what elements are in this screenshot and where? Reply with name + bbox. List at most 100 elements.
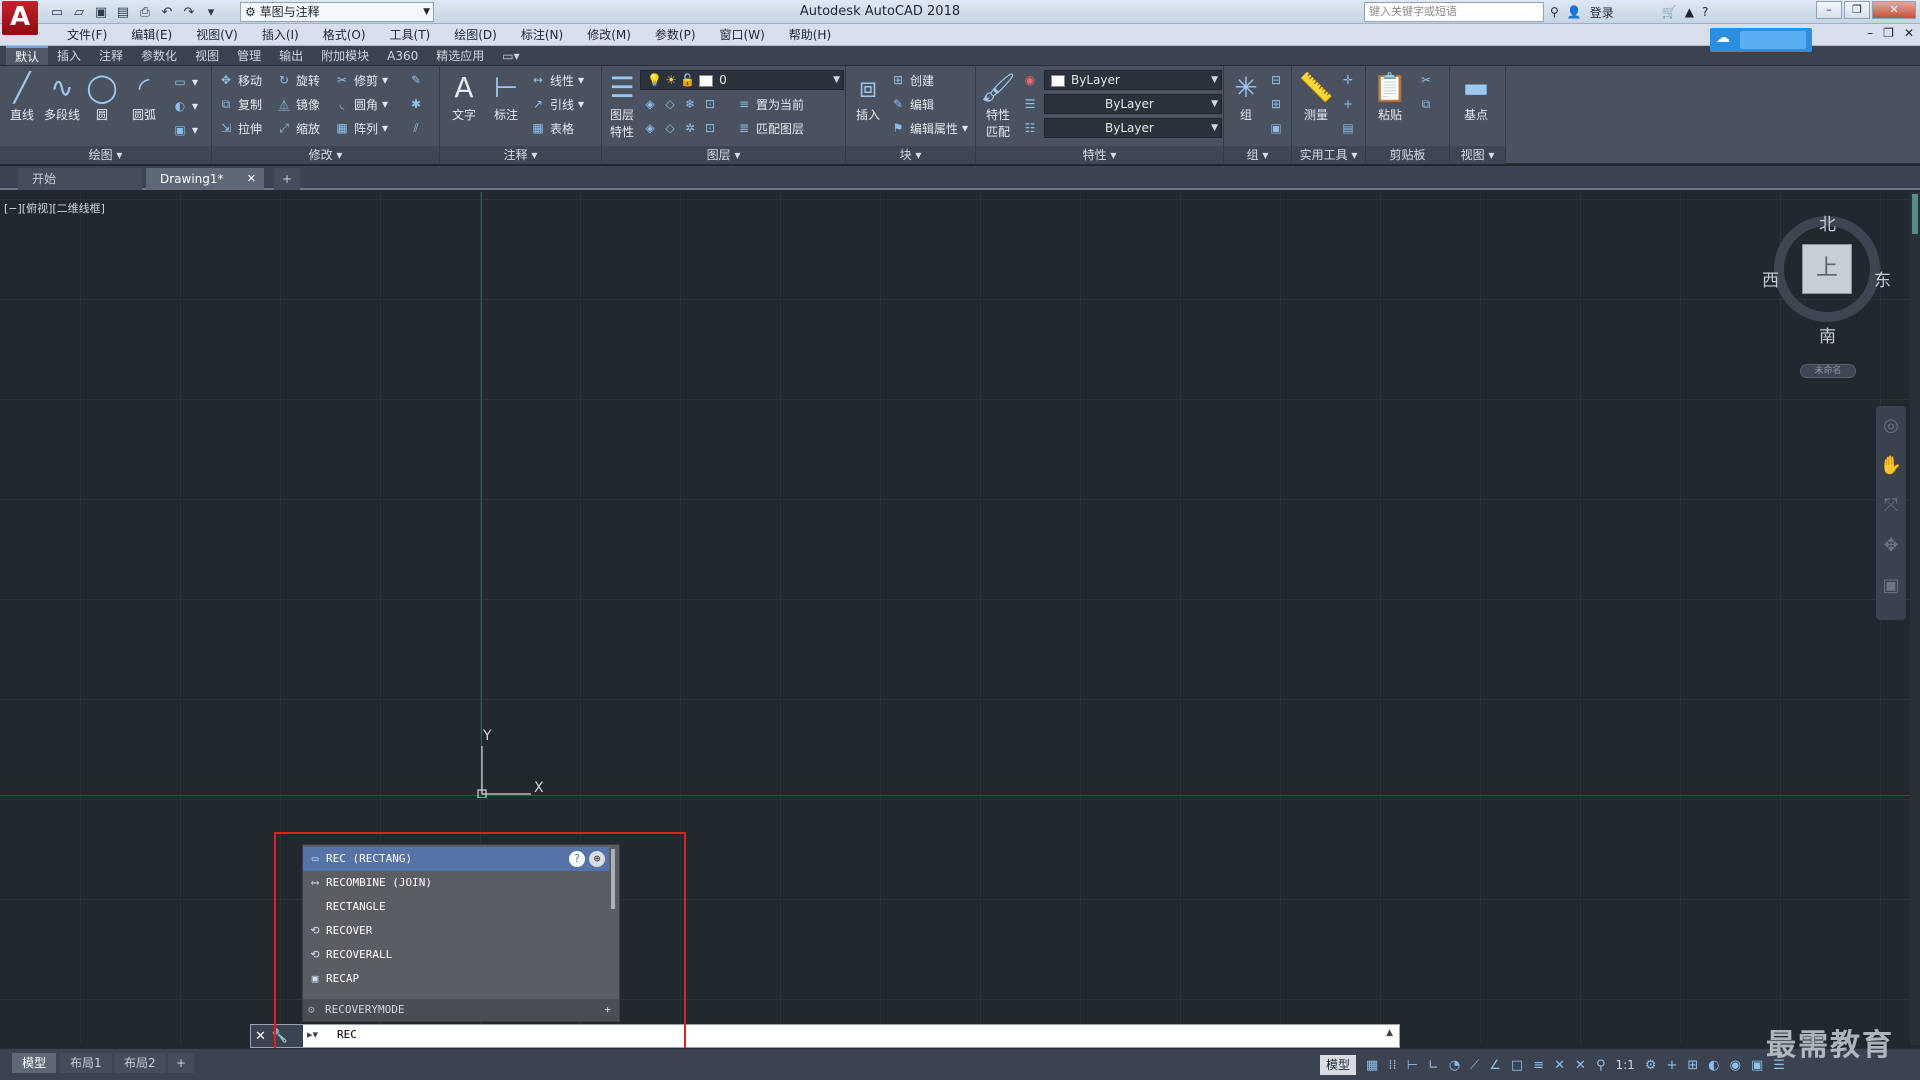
rotate-tool[interactable]: ↻ 旋转	[276, 70, 320, 90]
offset-tool[interactable]: ⫽	[408, 118, 424, 138]
panel-draw-title[interactable]: 绘图 ▾	[0, 146, 211, 164]
base-view-button[interactable]: ▬ 基点	[1456, 70, 1496, 123]
layer-lock-icon[interactable]: ⊡	[702, 97, 718, 111]
menu-dimension[interactable]: 标注(N)	[509, 24, 575, 46]
menu-draw[interactable]: 绘图(D)	[442, 24, 509, 46]
tab-start[interactable]: 开始	[18, 168, 142, 190]
ortho-icon[interactable]: ∟	[1428, 1058, 1439, 1073]
annotation-scale-value[interactable]: 1:1	[1615, 1058, 1634, 1072]
redo-icon[interactable]: ↷	[180, 3, 198, 21]
menu-modify[interactable]: 修改(M)	[575, 24, 643, 46]
polyline-button[interactable]: ∿ 多段线	[42, 70, 82, 123]
open-icon[interactable]: ▱	[70, 3, 88, 21]
minimize-button[interactable]: –	[1816, 1, 1842, 19]
text-button[interactable]: A 文字	[444, 70, 484, 123]
osnap-icon[interactable]: □	[1511, 1058, 1523, 1073]
layer-isolate-icon[interactable]: ◇	[662, 97, 678, 111]
menu-view[interactable]: 视图(V)	[184, 24, 250, 46]
workspace-select[interactable]: ⚙ 草图与注释 ▼	[240, 2, 434, 22]
zoom-icon[interactable]: ⤧	[1876, 486, 1906, 526]
fillet-tool[interactable]: ◟ 圆角 ▾	[334, 94, 388, 114]
erase-tool[interactable]: ✎	[408, 70, 424, 90]
menu-window[interactable]: 窗口(W)	[708, 24, 777, 46]
id-point-tool[interactable]: ✛	[1340, 70, 1356, 90]
panel-modify-title[interactable]: 修改 ▾	[212, 146, 439, 164]
panel-groups-title[interactable]: 组 ▾	[1224, 146, 1291, 164]
annotation-visibility-icon[interactable]: ✕	[1554, 1058, 1565, 1073]
snap-icon[interactable]: ⁞⁞	[1388, 1058, 1396, 1073]
units-icon[interactable]: ⊞	[1687, 1058, 1698, 1073]
layer-thaw-icon[interactable]: ✲	[682, 121, 698, 135]
close-icon[interactable]: ✕	[255, 1029, 266, 1044]
copy-clip-tool[interactable]: ⧉	[1418, 94, 1434, 114]
dropdown-icon[interactable]: ▾	[202, 3, 220, 21]
isolate-objects-icon[interactable]: ◐	[1708, 1058, 1719, 1073]
panel-layers-title[interactable]: 图层 ▾	[602, 146, 845, 164]
close-button[interactable]: ✕	[1872, 1, 1916, 19]
help-icon[interactable]: ?	[1702, 5, 1708, 19]
layer-on-icon[interactable]: ◈	[642, 121, 658, 135]
user-icon[interactable]: 👤	[1567, 5, 1582, 19]
layout-tab-layout2[interactable]: 布局2	[114, 1053, 166, 1073]
canvas-scrollbar[interactable]	[1910, 192, 1920, 1045]
scale-tool[interactable]: ⤢ 缩放	[276, 118, 320, 138]
lineweight-select[interactable]: ByLayer ▼	[1044, 118, 1222, 138]
calculator-tool[interactable]: ▤	[1340, 118, 1356, 138]
layer-properties-button[interactable]: ☰ 图层 特性	[602, 70, 642, 140]
save-as-icon[interactable]: ▤	[114, 3, 132, 21]
hatch-tool[interactable]: ◐ ▾	[172, 96, 198, 116]
doc-restore-button[interactable]: ❐	[1883, 26, 1894, 40]
menu-file[interactable]: 文件(F)	[55, 24, 119, 46]
array-tool[interactable]: ▦ 阵列 ▾	[334, 118, 388, 138]
auto-scale-icon[interactable]: ✕	[1575, 1058, 1586, 1073]
match-layer-tool[interactable]: ≣ 匹配图层	[736, 118, 804, 138]
new-icon[interactable]: ▭	[48, 3, 66, 21]
cut-tool[interactable]: ✂	[1418, 70, 1434, 90]
tab-view[interactable]: 视图	[186, 46, 228, 65]
linear-tool[interactable]: ↔ 线性 ▾	[530, 70, 584, 90]
menu-tools[interactable]: 工具(T)	[378, 24, 443, 46]
scrollbar-thumb[interactable]	[1912, 194, 1918, 234]
doc-close-button[interactable]: ✕	[1904, 26, 1914, 40]
panel-annotation-title[interactable]: 注释 ▾	[440, 146, 601, 164]
tab-more-icon[interactable]: ▭▾	[493, 46, 528, 65]
layer-unlock-icon[interactable]: ⊡	[702, 121, 718, 135]
measure-button[interactable]: 📏 测量	[1296, 70, 1336, 123]
hardware-accel-icon[interactable]: ◉	[1730, 1058, 1741, 1073]
panel-properties-title[interactable]: 特性 ▾	[976, 146, 1223, 164]
plot-icon[interactable]: ⎙	[136, 3, 154, 21]
viewcube-south[interactable]: 南	[1819, 322, 1836, 347]
group-edit-tool[interactable]: ⊞	[1268, 94, 1284, 114]
line-button[interactable]: ╱ 直线	[2, 70, 42, 123]
add-layout-button[interactable]: +	[168, 1053, 195, 1073]
annotation-monitor-icon[interactable]: +	[1666, 1058, 1677, 1073]
stretch-tool[interactable]: ⇲ 拉伸	[218, 118, 262, 138]
workspace-gear-icon[interactable]: ⚙	[1645, 1058, 1657, 1073]
pan-icon[interactable]: ✋	[1876, 446, 1906, 486]
binoculars-icon[interactable]: ⚲	[1550, 5, 1559, 19]
tab-featured-apps[interactable]: 精选应用	[427, 46, 493, 65]
tab-addins[interactable]: 附加模块	[312, 46, 378, 65]
layer-off-icon[interactable]: ◈	[642, 97, 658, 111]
layer-unisolate-icon[interactable]: ◇	[662, 121, 678, 135]
leader-tool[interactable]: ↗ 引线 ▾	[530, 94, 584, 114]
panel-utilities-title[interactable]: 实用工具 ▾	[1292, 146, 1365, 164]
grid-icon[interactable]: ▦	[1366, 1058, 1378, 1073]
a360-icon[interactable]: ▲	[1685, 5, 1694, 19]
paste-button[interactable]: 📋 粘贴	[1370, 70, 1410, 123]
menu-edit[interactable]: 编辑(E)	[119, 24, 184, 46]
group-select-tool[interactable]: ▣	[1268, 118, 1284, 138]
login-link[interactable]: 登录	[1590, 4, 1614, 21]
tab-insert[interactable]: 插入	[48, 46, 90, 65]
maximize-button[interactable]: ❐	[1844, 1, 1870, 19]
linetype-icon[interactable]: ☰	[1022, 94, 1038, 114]
undo-icon[interactable]: ↶	[158, 3, 176, 21]
trim-tool[interactable]: ✂ 修剪 ▾	[334, 70, 388, 90]
move-tool[interactable]: ✥ 移动	[218, 70, 262, 90]
arc-button[interactable]: ◜ 圆弧	[124, 70, 164, 123]
ucs-named-menu[interactable]: 未命名	[1800, 364, 1856, 378]
menu-help[interactable]: 帮助(H)	[777, 24, 843, 46]
linetype-select[interactable]: ByLayer ▼	[1044, 94, 1222, 114]
menu-parametric[interactable]: 参数(P)	[643, 24, 708, 46]
cart-icon[interactable]: 🛒	[1662, 5, 1677, 19]
